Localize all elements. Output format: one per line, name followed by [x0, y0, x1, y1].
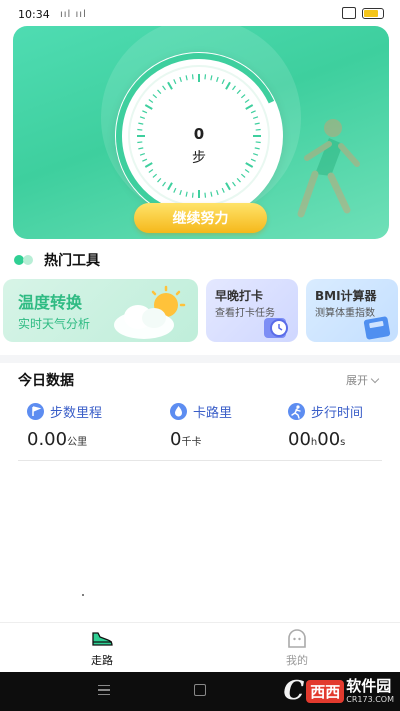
- dial-tick: [204, 74, 207, 80]
- hot-tools-header: 热门工具: [14, 250, 100, 270]
- stat-value: 0.00公里: [27, 429, 102, 450]
- status-right: [342, 7, 384, 19]
- weather-icon: [114, 285, 186, 339]
- flag-icon: [27, 403, 44, 420]
- distance-unit: 公里: [67, 437, 88, 448]
- bmi-icon: [363, 316, 391, 340]
- battery-fill: [364, 9, 379, 17]
- calories-value: 0: [170, 429, 182, 450]
- battery-icon: [362, 7, 384, 19]
- bmi-calculator-card[interactable]: BMI计算器 测算体重指数: [306, 279, 398, 342]
- stat-distance: 步数里程 0.00公里: [27, 402, 102, 450]
- today-data-title: 今日数据: [18, 373, 74, 389]
- watermark-main: 软件园: [346, 676, 392, 695]
- speck: [82, 594, 84, 596]
- card-title: BMI计算器: [315, 289, 377, 303]
- alarm-clock-icon: [264, 318, 288, 338]
- chevron-down-icon: [370, 374, 380, 383]
- expand-toggle[interactable]: 展开: [346, 372, 380, 388]
- card-title: 温度转换: [18, 293, 83, 312]
- watermark-logo: C 西西 软件园 CR173.COM: [284, 674, 394, 708]
- stat-value: 00h00s: [288, 429, 363, 450]
- stat-label: 步数里程: [50, 406, 103, 421]
- steps-count: 0: [193, 125, 205, 143]
- card-title: 早晚打卡: [215, 289, 264, 303]
- stat-label: 步行时间: [311, 406, 364, 421]
- distance-value: 0.00: [27, 429, 68, 450]
- profile-icon: [288, 629, 306, 648]
- signal-icon: ııl ııl: [60, 9, 87, 20]
- keep-going-button[interactable]: 继续努力: [134, 203, 267, 233]
- step-dial: 0 步: [115, 52, 283, 220]
- flame-icon: [170, 403, 187, 420]
- calories-unit: 千卡: [181, 437, 202, 448]
- seconds-unit: s: [340, 437, 346, 448]
- section-divider: [0, 355, 400, 363]
- shoe-icon: [92, 632, 113, 646]
- system-nav-bar: C 西西 软件园 CR173.COM: [0, 672, 400, 711]
- step-hero-card: 0 步 继续努力: [13, 26, 389, 239]
- expand-label: 展开: [346, 374, 368, 387]
- hot-tools-title: 热门工具: [44, 253, 100, 269]
- watermark-badge: 西西: [306, 679, 345, 703]
- stat-calories: 卡路里 0千卡: [170, 402, 232, 450]
- vibrate-icon: [342, 7, 356, 19]
- dial-tick: [204, 192, 207, 198]
- status-bar: 10:34 ııl ııl: [0, 0, 400, 28]
- steps-unit: 步: [192, 150, 206, 166]
- tab-me[interactable]: 我的: [267, 629, 327, 668]
- temperature-convert-card[interactable]: 温度转换 实时天气分析: [3, 279, 198, 342]
- dial-tick: [191, 74, 194, 80]
- stat-label: 卡路里: [193, 406, 233, 421]
- tab-walk[interactable]: 走路: [72, 629, 132, 668]
- tab-label: 走路: [91, 654, 113, 667]
- dial-tick: [191, 192, 194, 198]
- watermark-c-glyph: C: [283, 676, 305, 706]
- card-subtitle: 实时天气分析: [18, 317, 91, 331]
- stat-walk-time: 步行时间 00h00s: [288, 402, 363, 450]
- bottom-tab-bar: 走路 我的: [0, 622, 400, 672]
- dots-icon: [14, 255, 36, 265]
- home-icon[interactable]: [194, 684, 206, 696]
- status-time: 10:34: [18, 8, 50, 21]
- watermark-url: CR173.COM: [346, 694, 394, 704]
- seconds-value: 00: [317, 429, 341, 450]
- stat-value: 0千卡: [170, 429, 232, 450]
- runner-illustration-icon: [297, 119, 360, 218]
- hours-value: 00: [288, 429, 311, 450]
- runner-icon: [288, 403, 305, 420]
- menu-icon[interactable]: [98, 685, 110, 695]
- stats-divider: [18, 460, 382, 461]
- checkin-card[interactable]: 早晚打卡 查看打卡任务: [206, 279, 298, 342]
- tab-label: 我的: [286, 654, 308, 667]
